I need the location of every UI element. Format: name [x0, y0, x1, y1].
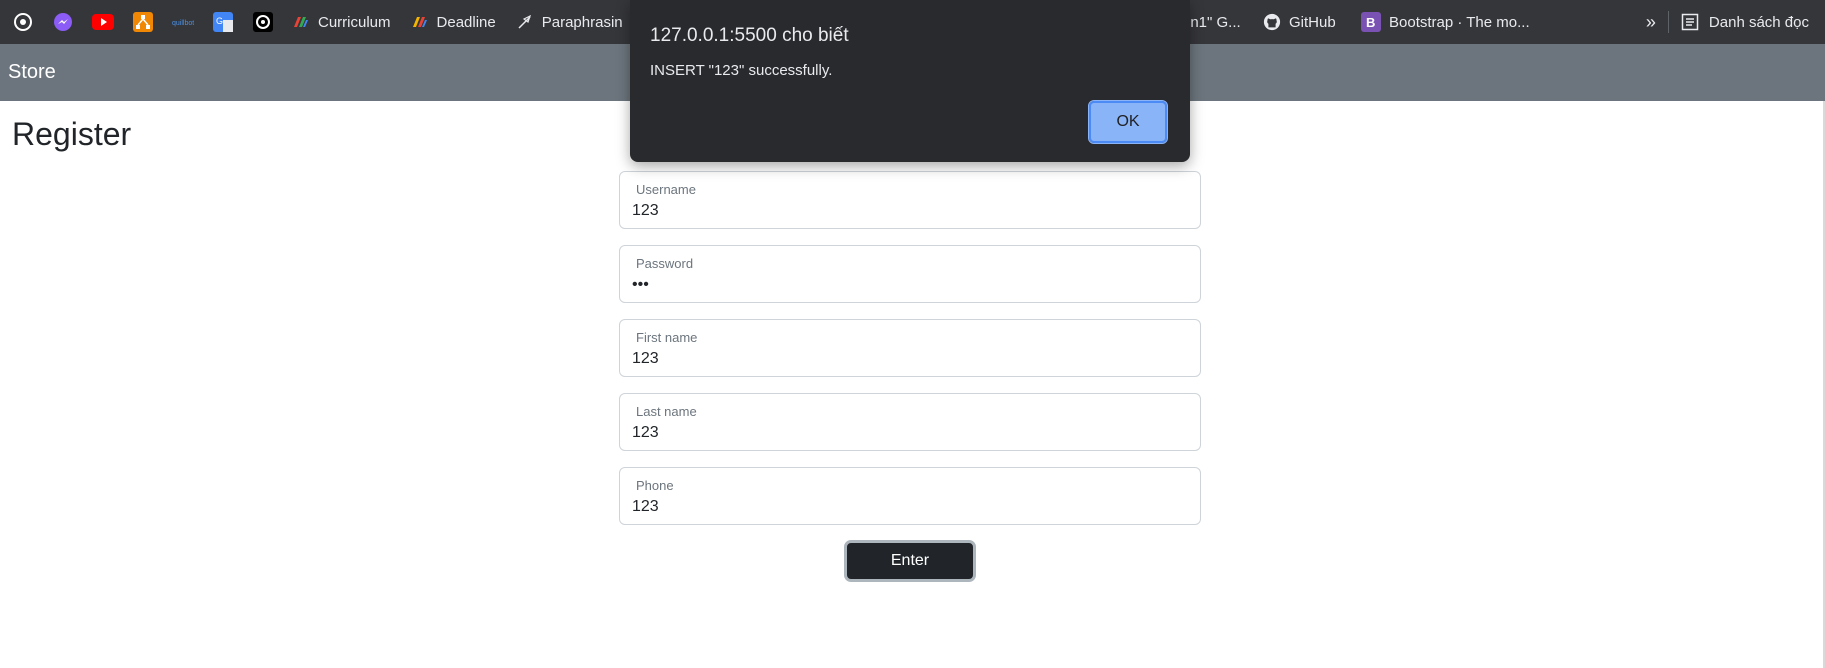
- chatgpt-icon[interactable]: [12, 11, 34, 33]
- github-icon: [1263, 13, 1281, 31]
- password-label: Password: [636, 256, 694, 271]
- bookmark-partial[interactable]: in1" G...: [1187, 14, 1241, 31]
- bookmarks-overflow-button[interactable]: »: [1646, 12, 1656, 33]
- drawio-icon[interactable]: [132, 11, 154, 33]
- alert-dialog: 127.0.0.1:5500 cho biết INSERT "123" suc…: [630, 0, 1190, 162]
- google-translate-icon[interactable]: G: [212, 11, 234, 33]
- bookmark-label: Bootstrap · The mo...: [1389, 13, 1530, 31]
- messenger-icon[interactable]: [52, 11, 74, 33]
- last-name-field[interactable]: Last name 123: [619, 393, 1201, 451]
- register-form: Username 123 Password ••• First name 123…: [619, 171, 1201, 541]
- bookmark-label: Deadline: [436, 13, 496, 31]
- bootstrap-icon: B: [1361, 12, 1381, 32]
- first-name-label: First name: [636, 330, 698, 345]
- phone-field[interactable]: Phone 123: [619, 467, 1201, 525]
- bookmark-github[interactable]: GitHub: [1263, 13, 1336, 31]
- quillbot-icon[interactable]: quillbot: [172, 11, 194, 33]
- reading-list-button[interactable]: Danh sách đọc: [1709, 14, 1809, 31]
- username-field[interactable]: Username 123: [619, 171, 1201, 229]
- bookmark-deadline[interactable]: Deadline: [411, 13, 496, 31]
- phone-value: 123: [632, 498, 659, 515]
- phone-label: Phone: [636, 478, 674, 493]
- navbar-brand[interactable]: Store: [8, 61, 56, 84]
- bookmarks-right: » Danh sách đọc: [1646, 0, 1809, 44]
- divider: [1667, 11, 1669, 33]
- bookmark-label: Paraphrasin: [541, 13, 623, 31]
- youtube-icon[interactable]: [92, 11, 114, 33]
- password-value: •••: [632, 276, 649, 293]
- enter-button[interactable]: Enter: [844, 540, 976, 582]
- bookmark-label: GitHub: [1289, 13, 1336, 31]
- openai-icon[interactable]: [252, 11, 274, 33]
- dialog-message: INSERT "123" successfully.: [650, 62, 833, 79]
- svg-text:quillbot: quillbot: [172, 20, 194, 27]
- username-value: 123: [632, 202, 659, 219]
- last-name-value: 123: [632, 424, 659, 441]
- ok-button[interactable]: OK: [1088, 100, 1168, 144]
- username-label: Username: [636, 182, 696, 197]
- last-name-label: Last name: [636, 404, 697, 419]
- svg-text:B: B: [1366, 15, 1375, 29]
- first-name-field[interactable]: First name 123: [619, 319, 1201, 377]
- bookmark-bootstrap[interactable]: B Bootstrap · The mo...: [1361, 12, 1530, 32]
- curriculum-icon: [292, 13, 310, 31]
- dialog-title: 127.0.0.1:5500 cho biết: [650, 25, 849, 46]
- bookmark-paraphrasing[interactable]: Paraphrasin: [516, 13, 623, 31]
- feather-icon: [516, 13, 534, 31]
- bookmark-label: in1" G...: [1187, 13, 1241, 31]
- page-title: Register: [12, 116, 132, 152]
- svg-text:G: G: [216, 16, 223, 26]
- deadline-icon: [411, 13, 429, 31]
- reading-list-icon: [1681, 13, 1699, 31]
- bookmark-curriculum[interactable]: Curriculum: [292, 13, 391, 31]
- bookmark-label: Curriculum: [318, 13, 391, 31]
- first-name-value: 123: [632, 350, 659, 367]
- password-field[interactable]: Password •••: [619, 245, 1201, 303]
